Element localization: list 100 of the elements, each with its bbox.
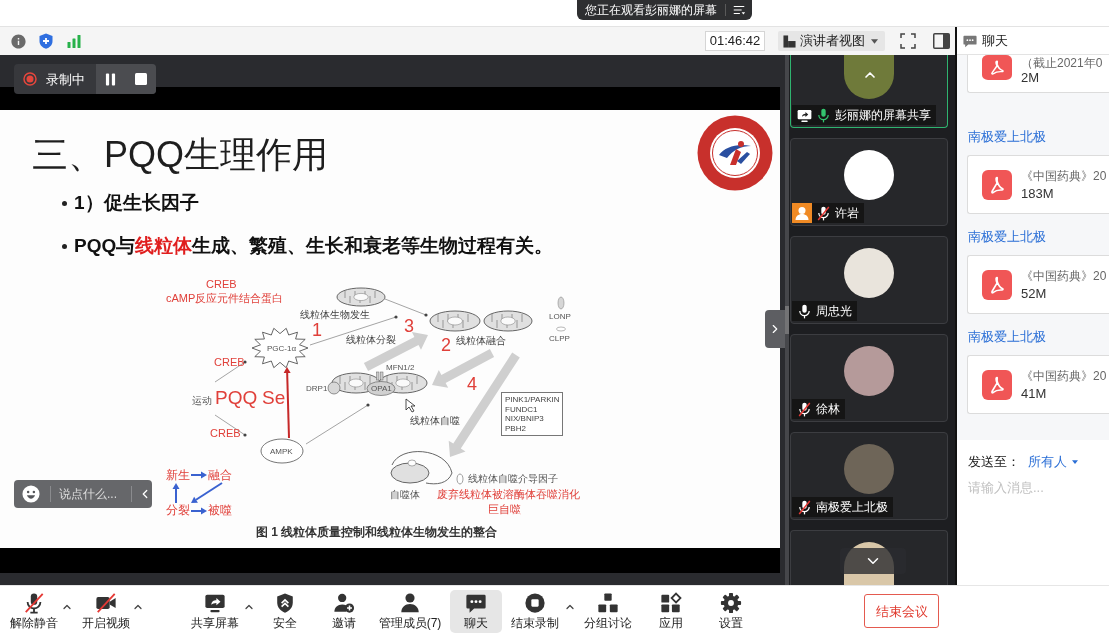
comment-field[interactable]: 说点什么... (14, 480, 152, 508)
pdf-file-icon (982, 369, 1012, 400)
arrow (190, 471, 207, 479)
participant-name: 南极爱上北极 (816, 500, 888, 514)
meeting-timer: 01:46:42 (705, 31, 765, 51)
factor-label: NIX/BNIP3 (505, 414, 545, 424)
resize-grip-icon[interactable] (785, 306, 789, 334)
toolbar-button[interactable]: 安全 (265, 589, 305, 633)
factor-name: PQQ (215, 388, 258, 408)
pdf-file-icon (982, 269, 1012, 300)
pdf-file-icon (982, 169, 1012, 200)
file-name: 《中国药典》20 (1021, 367, 1107, 384)
comment-input[interactable]: 说点什么... (59, 485, 127, 503)
toolbar-button[interactable]: 分组讨论 (581, 589, 635, 633)
file-name: 《中国药典》20 (1021, 267, 1107, 284)
gene-label: AMPK (270, 447, 293, 456)
factor-label: PBH2 (505, 423, 527, 433)
bullet-icon (62, 243, 67, 249)
file-size: 52M (1021, 285, 1048, 302)
caret-down-icon (871, 38, 878, 44)
end-meeting-button[interactable]: 结束会议 (864, 594, 939, 628)
step-number: 3 (404, 317, 414, 335)
step-number: 4 (467, 375, 477, 393)
protein-oval-icon (556, 326, 566, 332)
avatar-photo (844, 346, 894, 396)
factor-label: PINK1/PARKIN (505, 395, 559, 405)
sidebar-toggle-icon[interactable] (933, 33, 950, 49)
cursor-icon (405, 398, 416, 413)
figure-caption: 图 1 线粒体质量控制和线粒体生物发生的整合 (256, 525, 498, 539)
toolbar-button[interactable]: 共享屏幕 (188, 589, 242, 633)
arrow (172, 483, 180, 504)
toolbar-button[interactable]: 开启视频 (81, 589, 131, 633)
annotation-text: CREB (206, 278, 237, 290)
avatar-photo (844, 248, 894, 298)
toolbar-button[interactable]: 结束录制 (507, 589, 563, 633)
gene-label: MFN1/2 (386, 363, 415, 372)
participant-name: 周忠光 (816, 304, 852, 318)
caret-down-icon (1072, 459, 1078, 464)
bullet-text: PQQ与线粒体生成、繁殖、生长和衰老等生物过程有关。 (74, 234, 554, 258)
cycle-label: 新生 (166, 469, 190, 482)
connector-line (305, 403, 370, 445)
ellipse-node (260, 438, 304, 464)
gene-label: DRP1 (306, 384, 328, 393)
toolbar-button[interactable]: 邀请 (324, 589, 364, 633)
chat-title: 聊天 (982, 33, 1008, 48)
pause-icon[interactable] (105, 72, 117, 86)
protein-oval-icon (557, 296, 565, 310)
sender-name: 南极爱上北极 (968, 129, 1046, 144)
chat-icon (963, 33, 977, 48)
sender-name: 南极爱上北极 (968, 329, 1046, 344)
file-size: 2M (1021, 70, 1041, 86)
mitochondrion-icon (429, 310, 481, 332)
annotation-text: cAMP反应元件结合蛋白 (166, 292, 284, 304)
protein-circle-icon (327, 381, 341, 395)
figure-label: 自噬体 (390, 489, 420, 500)
toolbar-button[interactable]: 应用 (651, 589, 691, 633)
avatar-photo (844, 444, 894, 494)
autophagosome-icon (390, 451, 453, 485)
gene-label: PGC-1α (267, 344, 297, 353)
gene-label: OPA1 (371, 384, 392, 393)
send-to-label: 发送至： (968, 454, 1020, 469)
toolbar-button[interactable]: 管理成员(7) (374, 589, 446, 633)
step-number: 1 (312, 321, 322, 339)
toolbar-button[interactable]: 设置 (711, 589, 751, 633)
participant-name: 彭丽娜的屏幕共享 (835, 108, 931, 122)
view-mode-dropdown[interactable]: 演讲者视图 (778, 31, 885, 51)
emblem-icon (697, 115, 773, 191)
avatar-photo (844, 55, 894, 99)
protein-oval-icon (456, 473, 464, 485)
factor-name: Se (262, 388, 286, 408)
collapse-handle[interactable] (765, 310, 785, 348)
process-label: 线粒体分裂 (346, 334, 396, 345)
protein-oval-icon (366, 381, 396, 396)
info-icon[interactable] (10, 32, 27, 50)
mitochondrion-icon (483, 310, 533, 332)
signal-strength-icon[interactable] (66, 33, 82, 49)
slide-title: 三、PQQ生理作用 (32, 133, 328, 177)
process-label: 线粒体生物发生 (300, 309, 370, 320)
tether-icon (376, 371, 384, 381)
participant-name: 许岩 (835, 206, 859, 220)
menu-icon[interactable] (732, 3, 746, 17)
arrow (191, 482, 223, 503)
annotation-text: CREB (210, 427, 241, 439)
notification-text: 您正在观看彭丽娜的屏幕 (584, 3, 718, 17)
security-shield-icon[interactable] (38, 33, 54, 49)
fullscreen-icon[interactable] (900, 33, 916, 49)
annotation-text: 废弃线粒体被溶酶体吞噬消化 (437, 488, 580, 500)
step-number: 2 (441, 336, 451, 354)
factor-label: FUNDC1 (505, 404, 539, 414)
recording-label: 录制中 (46, 71, 85, 87)
file-name: 《中国药典》20 (1021, 167, 1107, 184)
message-input[interactable]: 请输入消息... (968, 477, 1104, 497)
arrow (283, 367, 291, 439)
toolbar-button[interactable]: 解除静音 (8, 589, 60, 633)
smiley-icon[interactable] (22, 485, 40, 503)
file-name: （截止2021年0 (1021, 56, 1103, 70)
cycle-label: 被噬 (208, 504, 232, 517)
toolbar-button[interactable]: 聊天 (450, 589, 502, 633)
stop-icon[interactable] (134, 73, 147, 85)
recipient-dropdown[interactable]: 所有人 (1028, 454, 1078, 469)
